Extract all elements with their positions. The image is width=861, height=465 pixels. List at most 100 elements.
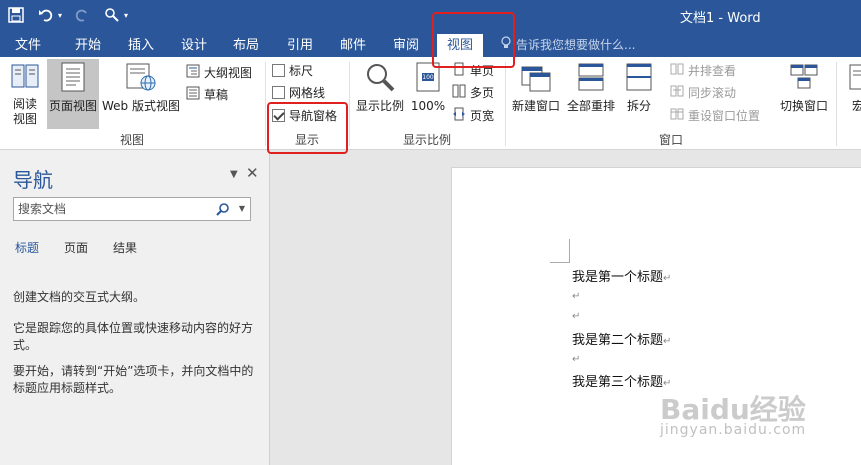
undo-dropdown-icon[interactable]: ▾ — [58, 11, 62, 20]
gridlines-label: 网格线 — [289, 85, 326, 100]
search-box[interactable]: ▼ — [13, 197, 251, 221]
zoom-100-button[interactable]: 100 100% — [408, 59, 448, 129]
save-icon[interactable] — [6, 5, 26, 25]
separator — [836, 62, 837, 146]
zoom-label: 显示比例 — [355, 99, 404, 113]
zoom-group-label: 显示比例 — [402, 133, 451, 147]
print-layout-label: 页面视图 — [48, 99, 97, 113]
svg-text:100: 100 — [422, 74, 434, 81]
synchronous-scrolling-button[interactable]: 同步滚动 — [670, 82, 736, 102]
quick-access-toolbar: ▾ ▾ — [6, 3, 128, 27]
doc-line-1[interactable]: 我是第一个标题↵ — [572, 266, 671, 285]
new-window-button[interactable]: 新建窗口 — [509, 59, 563, 129]
page-width-button[interactable]: 页宽 — [452, 105, 494, 125]
draft-button[interactable]: 草稿 — [186, 84, 228, 104]
paragraph-mark: ↵ — [572, 354, 581, 365]
multiple-pages-icon — [452, 84, 466, 101]
reset-position-label: 重设窗口位置 — [688, 108, 761, 123]
split-button[interactable]: 拆分 — [620, 59, 658, 129]
doc-line-6[interactable]: 我是第三个标题↵ — [572, 371, 671, 390]
baidu-watermark-url: jingyan.baidu.com — [660, 422, 807, 438]
read-mode-button[interactable]: 阅读 视图 — [4, 59, 46, 129]
highlight-view-tab — [432, 12, 515, 68]
view-side-by-side-button[interactable]: 并排查看 — [670, 60, 736, 80]
outline-button[interactable]: 大纲视图 — [186, 62, 252, 82]
tab-mailings[interactable]: 邮件 — [331, 34, 375, 57]
macros-button[interactable]: 宏 — [840, 59, 861, 129]
tab-references[interactable]: 引用 — [278, 34, 322, 57]
read-mode-icon — [4, 61, 46, 95]
tab-design[interactable]: 设计 — [172, 34, 216, 57]
new-window-icon — [509, 61, 563, 97]
ruler-checkbox[interactable]: 标尺 — [272, 60, 313, 80]
zoom-100-label: 100% — [410, 99, 446, 113]
undo-icon[interactable] — [36, 5, 56, 25]
draft-icon — [186, 86, 200, 103]
window-group-label: 窗口 — [658, 133, 683, 147]
reset-window-position-button[interactable]: 重设窗口位置 — [670, 105, 760, 125]
doc-line-2[interactable]: ↵ — [572, 288, 580, 303]
tab-pages[interactable]: 页面 — [64, 239, 88, 256]
split-label: 拆分 — [626, 99, 651, 113]
tab-review[interactable]: 审阅 — [384, 34, 428, 57]
close-icon[interactable]: ✕ — [246, 164, 259, 182]
arrange-all-button[interactable]: 全部重排 — [564, 59, 618, 129]
search-dropdown-icon[interactable]: ▼ — [239, 204, 245, 213]
doc-line-3[interactable]: ↵ — [572, 308, 580, 323]
page-width-label: 页宽 — [470, 108, 495, 123]
switch-windows-button[interactable]: 切换窗口 — [776, 59, 832, 129]
macros-label: 宏 — [852, 99, 861, 113]
multiple-pages-button[interactable]: 多页 — [452, 82, 494, 102]
margin-corner-mark — [550, 239, 570, 263]
multiple-pages-label: 多页 — [470, 85, 495, 100]
doc-line-5[interactable]: ↵ — [572, 351, 580, 366]
doc-line-4[interactable]: 我是第二个标题↵ — [572, 329, 671, 348]
navigation-pane: 导航 ▼ ✕ ▼ 标题 页面 结果 创建文档的交互式大纲。 它是跟踪您的具体位置… — [0, 150, 270, 465]
highlight-nav-pane-checkbox — [267, 102, 348, 154]
ruler-checkbox-box[interactable] — [272, 63, 285, 77]
print-layout-button[interactable]: 页面视图 — [47, 59, 99, 129]
search-input[interactable] — [14, 198, 204, 220]
reset-position-icon — [670, 107, 684, 124]
tab-home[interactable]: 开始 — [66, 34, 110, 57]
new-window-label: 新建窗口 — [511, 99, 560, 113]
tell-me-box[interactable]: 告诉我您想要做什么... — [500, 34, 635, 54]
web-layout-button[interactable]: Web 版式视图 — [100, 59, 182, 129]
page-width-icon — [452, 107, 466, 124]
touch-mode-icon[interactable] — [102, 5, 122, 25]
paragraph-mark: ↵ — [572, 311, 581, 322]
views-group-label: 视图 — [119, 133, 144, 147]
heading-text-3: 我是第三个标题 — [572, 375, 664, 390]
read-mode-label: 阅读 视图 — [12, 97, 37, 126]
paragraph-mark: ↵ — [663, 336, 672, 347]
tab-file[interactable]: 文件 — [6, 34, 50, 57]
nav-help-text-1: 创建文档的交互式大纲。 — [13, 290, 146, 304]
tab-layout[interactable]: 布局 — [224, 34, 268, 57]
magnifier-icon — [354, 61, 406, 97]
tab-headings[interactable]: 标题 — [15, 239, 39, 256]
search-icon[interactable] — [216, 202, 230, 219]
gridlines-checkbox-box[interactable] — [272, 85, 285, 99]
paragraph-mark: ↵ — [663, 273, 672, 284]
arrange-all-icon — [564, 61, 618, 97]
title-bar: ▾ ▾ 文档1 - Word — [0, 0, 861, 30]
customize-qat-icon[interactable]: ▾ — [124, 11, 128, 20]
ruler-label: 标尺 — [289, 63, 314, 78]
gridlines-checkbox[interactable]: 网格线 — [272, 82, 325, 102]
nav-help-text-3: 要开始，请转到“开始”选项卡，并向文档中的标题应用标题样式。 — [13, 364, 254, 395]
ribbon: 阅读 视图 页面视图 Web 版式视图 大纲视图 草稿 视图 标尺 网格线 导航… — [0, 57, 861, 150]
zoom-button[interactable]: 显示比例 — [354, 59, 406, 129]
arrange-all-label: 全部重排 — [566, 99, 615, 113]
split-icon — [620, 61, 658, 97]
print-layout-icon — [47, 61, 99, 97]
switch-windows-label: 切换窗口 — [779, 99, 828, 113]
redo-icon[interactable] — [72, 5, 92, 25]
switch-windows-icon — [776, 61, 832, 97]
tab-results[interactable]: 结果 — [113, 239, 137, 256]
nav-help-text-2: 它是跟踪您的具体位置或快速移动内容的好方式。 — [13, 321, 254, 352]
tell-me-text: 告诉我您想要做什么... — [516, 37, 636, 52]
nav-pane-options-icon[interactable]: ▼ — [230, 169, 238, 180]
tab-insert[interactable]: 插入 — [119, 34, 163, 57]
document-title: 文档1 - Word — [680, 11, 761, 26]
web-layout-icon — [100, 61, 182, 97]
